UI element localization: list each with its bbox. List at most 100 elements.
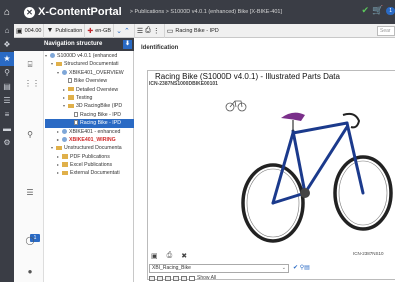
tree-icon[interactable]: ⋮⋮ xyxy=(24,78,40,90)
home-nav-icon[interactable]: ⌂ xyxy=(0,24,14,38)
comments-icon[interactable]: ● xyxy=(24,266,36,278)
tree-node-label: External Documentati xyxy=(70,170,120,177)
tree-node[interactable]: ▸ XBIKE401 - enhanced xyxy=(45,128,134,136)
view-buttons: Show All xyxy=(149,275,216,281)
pin-icon[interactable]: ⬇ xyxy=(123,40,132,49)
tree-node[interactable]: ▾ XBIKE401_OVERVIEW xyxy=(45,69,134,77)
tree-node-label: XBIKE401 - enhanced xyxy=(69,128,121,135)
folder-icon xyxy=(68,86,74,92)
issue-selector[interactable]: ▣ 004.00 xyxy=(14,23,45,38)
check-icon[interactable]: ✔ xyxy=(361,5,369,16)
home-icon[interactable]: ⌂ xyxy=(4,7,16,18)
bookmarks-icon[interactable]: ☰ xyxy=(24,187,36,199)
logo-icon: ✕ xyxy=(24,6,35,18)
list-icon[interactable]: ☰ xyxy=(0,94,14,108)
tree-node-label: Bike Overview xyxy=(74,78,108,85)
breadcrumb: > Publications > S1000D v4.0.1 (enhanced… xyxy=(129,9,282,15)
bike-saddle xyxy=(281,112,305,131)
folder-icon xyxy=(56,61,62,67)
view-iso-icon[interactable] xyxy=(173,275,179,281)
tree-node[interactable]: ▾ S1000D v4.0.1 (enhanced xyxy=(45,52,134,60)
chevron-down-icon[interactable]: ⌄ xyxy=(116,27,122,35)
cart-icon[interactable]: 🛒 xyxy=(372,5,383,16)
history-icon[interactable]: ◯ xyxy=(24,235,36,247)
bike-crank xyxy=(300,188,310,198)
folder-icon xyxy=(68,95,74,100)
tree-node[interactable]: ▾ 3D RacingBike (IPD xyxy=(45,102,134,110)
viewer-option-icons[interactable]: ✔ ⚲▤ xyxy=(293,264,310,271)
tree-node[interactable]: ▸ Testing xyxy=(45,94,134,102)
close-icon[interactable]: ✖ xyxy=(181,252,187,260)
publication-label: Publication xyxy=(55,27,83,34)
bike-illustration[interactable] xyxy=(235,93,395,243)
view-front-icon[interactable] xyxy=(149,275,155,281)
tree-node-label: 3D RacingBike (IPD xyxy=(76,103,123,110)
print-viewer-icon[interactable]: ⎙ xyxy=(167,252,173,260)
model-select[interactable]: XBI_Racing_Bike ⌄ xyxy=(149,264,289,273)
print-icon[interactable]: ⎙ xyxy=(145,27,151,35)
identification-heading: Identification xyxy=(141,45,179,51)
viewer-tools: ▣ ⎙ ✖ xyxy=(151,252,187,260)
tree-node-label: Racing Bike - IPD xyxy=(80,120,121,127)
more-icon[interactable]: ⋮ xyxy=(153,27,160,35)
tree-node[interactable]: ▸ PDF Publications xyxy=(45,153,134,161)
view-side-icon[interactable] xyxy=(157,275,163,281)
language-selector[interactable]: ✚ en-GB xyxy=(85,23,115,38)
favorites-icon[interactable]: ★ xyxy=(0,52,14,66)
image-icon[interactable]: ▣ xyxy=(151,252,158,260)
pub-icon xyxy=(62,137,67,143)
chat-icon[interactable]: ▬ xyxy=(0,122,14,136)
document-toolbar: ▣ 004.00 ▼ Publication ✚ en-GB ⌄ ⌃ ☰ ⎙ ⋮… xyxy=(14,23,395,38)
model-select-value: XBI_Racing_Bike xyxy=(152,265,191,271)
list-view-icon[interactable]: ☰ xyxy=(137,27,143,35)
structure-icon[interactable]: ⌸ xyxy=(24,59,36,71)
content-area: Identification Racing Bike (S1000D v4.0.… xyxy=(135,38,395,282)
document-title: Racing Bike - IPD xyxy=(175,27,219,34)
tree-node[interactable]: ▸ XBIKE401_WIRING xyxy=(45,136,134,144)
doc-icon xyxy=(68,78,72,84)
show-all-label: Show All xyxy=(197,275,217,281)
navigation-title: Navigation structure xyxy=(44,41,103,47)
tree-node[interactable]: ▾ Structured Documentati xyxy=(45,60,134,68)
tree-node-label: Detailed Overview xyxy=(76,86,119,93)
show-all-checkbox[interactable] xyxy=(189,275,195,281)
tree-node[interactable]: ▸ External Documentati xyxy=(45,169,134,177)
settings-icon[interactable]: ⚙ xyxy=(0,136,14,150)
list-icon-2[interactable]: ≡ xyxy=(0,108,14,122)
view-reset-icon[interactable] xyxy=(181,275,187,281)
tree-node-label: PDF Publications xyxy=(70,153,110,160)
tree-node[interactable]: ▸ Detailed Overview xyxy=(45,86,134,94)
tree-node-label: XBIKE401_OVERVIEW xyxy=(69,69,124,76)
document-title-area: ▭ Racing Bike - IPD xyxy=(165,24,221,38)
page-icon: ▭ xyxy=(166,27,174,35)
tree-node[interactable]: Racing Bike - IPD xyxy=(45,119,134,128)
pub-icon xyxy=(62,69,67,75)
doc-icon xyxy=(74,111,78,117)
search-nav-icon[interactable]: ⚲ xyxy=(24,129,36,141)
chevron-up-icon[interactable]: ⌃ xyxy=(124,27,130,35)
view-top-icon[interactable] xyxy=(165,275,171,281)
tag-icon[interactable]: ❖ xyxy=(0,38,14,52)
language-label: en-GB xyxy=(95,27,112,34)
pub-icon xyxy=(50,53,55,59)
publication-filter[interactable]: ▼ Publication xyxy=(44,23,86,38)
folder-icon xyxy=(56,145,62,151)
app-name: X-ContentPortal xyxy=(38,6,122,18)
tree-node-label: Racing Bike - IPD xyxy=(80,111,121,118)
icn-top-label: ICN-2387NS1000DBIKE00101 xyxy=(149,81,218,87)
document-icon: ▣ xyxy=(16,27,23,35)
cards-icon[interactable]: ▤ xyxy=(0,80,14,94)
doc-icon xyxy=(74,120,78,126)
search-icon[interactable]: ⚲ xyxy=(0,66,14,80)
bike-thumbnail xyxy=(225,100,247,112)
search-input[interactable]: Sear xyxy=(377,26,395,36)
tool-buttons: ☰ ⎙ ⋮ xyxy=(135,23,165,38)
tree-node[interactable]: ▸ Excel Publications xyxy=(45,161,134,169)
navigation-panel: Navigation structure ⬇ ⌸ ⋮⋮ ⚲ ☰ 1 ◯ ● ▾ S… xyxy=(14,38,134,282)
tree-node[interactable]: ▾ Unstructured Documenta xyxy=(45,144,134,152)
tree-node[interactable]: Bike Overview xyxy=(45,77,134,85)
tree-node[interactable]: Racing Bike - IPD xyxy=(45,111,134,119)
chevron-down-icon: ⌄ xyxy=(281,265,286,271)
folder-icon xyxy=(68,103,74,109)
folder-icon xyxy=(62,170,68,176)
